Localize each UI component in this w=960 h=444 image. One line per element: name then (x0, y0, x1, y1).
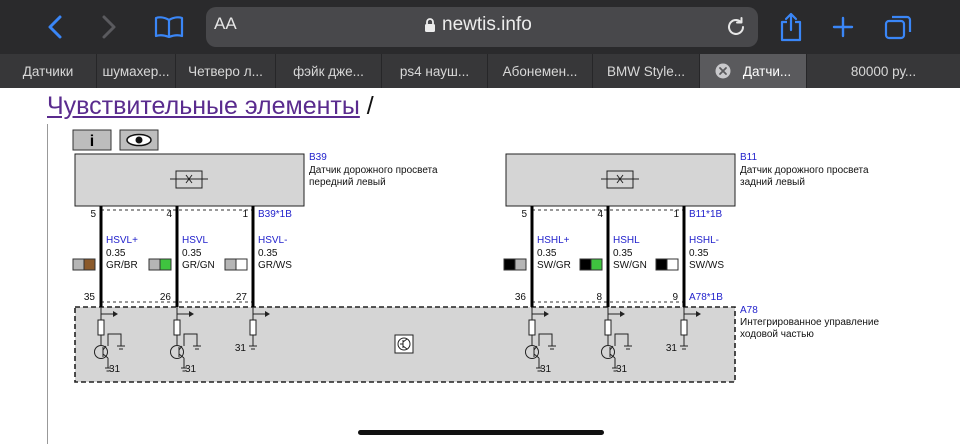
wire-color-label: SW/GN (613, 260, 647, 271)
home-indicator (358, 430, 604, 435)
ground-label: 31 (109, 364, 121, 375)
pin-bottom-label: 8 (596, 292, 602, 303)
wire-section-label: 0.35 (613, 248, 633, 259)
pin-bottom-label: 27 (236, 292, 248, 303)
wire-color-swatch (224, 258, 248, 271)
wire-signal-name[interactable]: HSVL+ (106, 235, 138, 246)
wire-signal-name[interactable]: HSHL (613, 235, 640, 246)
sensor-front-connector[interactable]: B39*1B (258, 209, 292, 220)
wire-color-swatch (148, 258, 172, 271)
wire-section-label: 0.35 (258, 248, 278, 259)
wire-signal-name[interactable]: HSVL- (258, 235, 287, 246)
sensor-front-desc-2: передний левый (309, 177, 386, 188)
wire-color-label: SW/GR (537, 260, 571, 271)
pin-top-label: 1 (673, 209, 679, 220)
ground-label: 31 (235, 343, 247, 354)
ground-label: 31 (666, 343, 678, 354)
sensor-front-desc-1: Датчик дорожного просвета (309, 165, 438, 176)
ground-label: 31 (185, 364, 197, 375)
wire-signal-name[interactable]: HSVL (182, 235, 209, 246)
module-connector[interactable]: A78*1B (689, 292, 723, 303)
wire-section-label: 0.35 (689, 248, 709, 259)
pin-top-label: 4 (597, 209, 603, 220)
info-icon: i (90, 133, 94, 150)
wiring-diagram: i B39 Датчик дорожного просвета передний… (72, 129, 879, 383)
wire-color-swatch (72, 258, 96, 271)
module-code[interactable]: A78 (740, 305, 758, 316)
pin-top-label: 5 (521, 209, 527, 220)
sensor-rear-desc-2: задний левый (740, 177, 805, 188)
wire-color-swatch (655, 258, 679, 271)
pin-bottom-label: 36 (515, 292, 527, 303)
view-button[interactable] (119, 129, 159, 151)
wire-color-label: SW/WS (689, 260, 724, 271)
ground-label: 31 (540, 364, 552, 375)
ground-label: 31 (616, 364, 628, 375)
wire-section-label: 0.35 (537, 248, 557, 259)
wire-color-label: GR/GN (182, 260, 215, 271)
pin-top-label: 5 (90, 209, 96, 220)
sensor-rear-desc-1: Датчик дорожного просвета (740, 165, 869, 176)
wire-color-swatch (579, 258, 603, 271)
wire-color-label: GR/WS (258, 260, 292, 271)
wire-signal-name[interactable]: HSHL- (689, 235, 719, 246)
module-desc-1: Интегрированное управление (740, 317, 879, 328)
sensor-rear-connector[interactable]: B11*1B (689, 209, 723, 220)
pin-bottom-label: 26 (160, 292, 172, 303)
sensor-rear-code[interactable]: B11 (740, 152, 757, 163)
wire-section-label: 0.35 (106, 248, 126, 259)
pin-bottom-label: 9 (672, 292, 678, 303)
pin-top-label: 1 (242, 209, 248, 220)
module-desc-2: ходовой частью (740, 329, 814, 340)
pin-top-label: 4 (166, 209, 172, 220)
pin-bottom-label: 35 (84, 292, 96, 303)
wire-color-label: GR/BR (106, 260, 138, 271)
control-unit-icon (394, 334, 414, 354)
sensor-front-code[interactable]: B39 (309, 152, 327, 163)
wire-section-label: 0.35 (182, 248, 202, 259)
info-button[interactable]: i (72, 129, 112, 151)
wire-color-swatch (503, 258, 527, 271)
eye-icon (126, 133, 152, 147)
wire-signal-name[interactable]: HSHL+ (537, 235, 570, 246)
